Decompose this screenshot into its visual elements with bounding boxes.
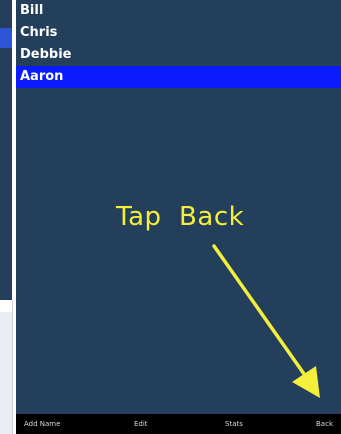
names-list: Bill Chris Debbie Aaron: [16, 0, 341, 88]
divider: [12, 300, 13, 434]
list-item[interactable]: Chris: [16, 22, 341, 44]
underlying-light-area-edge: [0, 312, 12, 434]
tap-back-callout: Tap Back: [116, 202, 245, 232]
underlying-selection-edge: [0, 28, 12, 48]
screen: Bill Chris Debbie Aaron Tap Back Add Nam…: [0, 0, 341, 434]
add-name-button[interactable]: Add Name: [24, 414, 60, 434]
bottom-toolbar: Add Name Edit Stats Back: [16, 414, 341, 434]
list-item-selected[interactable]: Aaron: [16, 66, 341, 88]
names-panel: Bill Chris Debbie Aaron Tap Back Add Nam…: [16, 0, 341, 434]
edit-button[interactable]: Edit: [134, 414, 148, 434]
back-button[interactable]: Back: [316, 414, 333, 434]
underlying-view-edge: [0, 0, 16, 434]
list-item[interactable]: Debbie: [16, 44, 341, 66]
list-item[interactable]: Bill: [16, 0, 341, 22]
stats-button[interactable]: Stats: [225, 414, 243, 434]
